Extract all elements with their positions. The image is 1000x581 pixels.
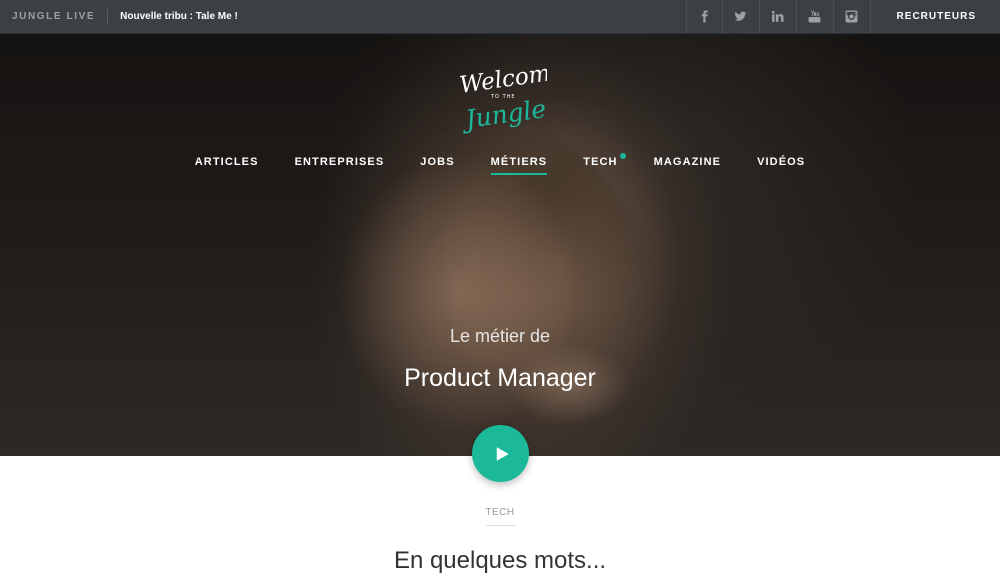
logo-jungle-text: Jungle — [459, 94, 547, 134]
category-underline — [486, 525, 516, 526]
nav-item-entreprises[interactable]: ENTREPRISES — [277, 156, 403, 178]
facebook-icon[interactable] — [685, 0, 723, 33]
play-video-button[interactable] — [472, 425, 529, 482]
linkedin-icon[interactable] — [760, 0, 797, 33]
section-title: En quelques mots... — [393, 547, 607, 574]
hero-title: Product Manager — [404, 364, 596, 392]
play-icon — [496, 446, 509, 461]
top-bar-right: RECRUTEURS — [685, 0, 1000, 33]
nav-item-tech[interactable]: TECH — [565, 153, 635, 178]
hero-banner: Welcome TO THE Jungle ARTICLES ENTREPRIS… — [0, 34, 1000, 456]
logo-welcome-text: Welcome — [458, 59, 547, 99]
twitter-icon[interactable] — [723, 0, 760, 33]
nav-item-metiers[interactable]: MÉTIERS — [473, 156, 566, 178]
nav-label: MÉTIERS — [490, 156, 548, 175]
jungle-live-link[interactable]: JUNGLE LIVE — [0, 11, 107, 22]
top-bar: JUNGLE LIVE Nouvelle tribu : Tale Me ! R… — [0, 0, 1000, 34]
nav-item-jobs[interactable]: JOBS — [402, 156, 472, 178]
nav-label: TECH — [583, 156, 618, 168]
nav-item-articles[interactable]: ARTICLES — [177, 156, 277, 178]
nav-label: ARTICLES — [194, 156, 259, 168]
category-label[interactable]: TECH — [0, 507, 1000, 518]
main-nav: ARTICLES ENTREPRISES JOBS MÉTIERS TECH M… — [0, 153, 1000, 178]
nav-item-videos[interactable]: VIDÉOS — [739, 156, 823, 178]
hero-subtitle: Le métier de — [449, 326, 551, 346]
welcome-to-the-jungle-logo[interactable]: Welcome TO THE Jungle — [455, 58, 547, 134]
new-indicator-dot — [619, 153, 626, 159]
news-link[interactable]: Nouvelle tribu : Tale Me ! — [108, 11, 238, 22]
youtube-icon[interactable] — [797, 0, 834, 33]
nav-label: VIDÉOS — [757, 156, 806, 168]
nav-label: ENTREPRISES — [294, 156, 385, 168]
nav-label: MAGAZINE — [653, 156, 722, 168]
nav-item-magazine[interactable]: MAGAZINE — [636, 156, 739, 178]
instagram-icon[interactable] — [834, 0, 871, 33]
nav-label: JOBS — [420, 156, 455, 168]
recruteurs-link[interactable]: RECRUTEURS — [871, 11, 1000, 22]
